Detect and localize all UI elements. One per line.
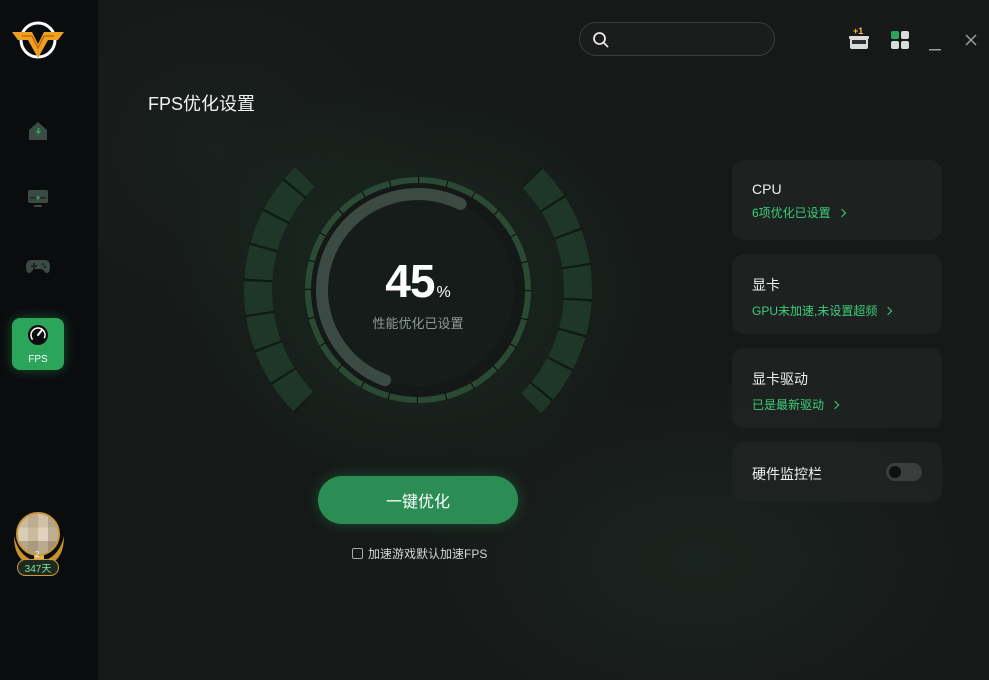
gauge-value: 45%: [248, 254, 588, 308]
page-title: FPS优化设置: [148, 94, 256, 114]
gauge-outer-tick: [248, 242, 279, 253]
gauge-inner-tick: [336, 364, 343, 371]
one-click-optimize-button[interactable]: 一键优化: [318, 476, 518, 524]
membership-days-badge: 347天: [17, 559, 59, 576]
gauge-outer-tick: [262, 208, 290, 225]
sidebar-item-label: FPS: [28, 353, 48, 365]
gauge-outer-tick: [520, 166, 544, 189]
gauge-inner-tick: [337, 208, 344, 215]
hardware-monitor-toggle[interactable]: [886, 463, 922, 481]
user-profile[interactable]: 2 347天: [12, 510, 66, 580]
gauge-inner-tick: [510, 233, 517, 238]
gauge-inner-tick: [470, 382, 475, 389]
gift-badge: +1: [853, 26, 864, 36]
gauge-inner-tick: [509, 343, 517, 348]
minimize-icon[interactable]: [929, 38, 941, 56]
sidebar-item-games[interactable]: [12, 242, 64, 294]
monitor-icon: [26, 186, 50, 215]
sidebar-item-fps[interactable]: FPS: [12, 318, 64, 370]
gauge-inner-tick: [493, 209, 500, 216]
card-cpu[interactable]: CPU 6项优化已设置: [732, 160, 942, 240]
gift-box-icon[interactable]: +1: [849, 26, 869, 55]
gauge-outer-tick: [269, 367, 297, 386]
gauge-outer-tick: [281, 177, 307, 199]
gauge-outer-tick: [553, 227, 583, 240]
gauge-label: 性能优化已设置: [372, 316, 464, 331]
search-icon: [592, 31, 610, 54]
apps-grid-icon[interactable]: [891, 31, 909, 54]
gauge-inner-tick: [319, 232, 327, 237]
fps-gauge-icon: [27, 324, 49, 351]
toggle-knob: [889, 466, 901, 478]
card-status: GPU未加速,未设置超频: [752, 304, 878, 318]
card-status: 6项优化已设置: [752, 206, 831, 220]
user-level: 2: [35, 550, 40, 559]
main-panel: FPS优化设置 +1 45% 性能优化已设置 一键优化 加速游戏默认加速FPS …: [98, 0, 989, 680]
chevron-right-icon: [837, 208, 846, 217]
card-hardware-monitor: 硬件监控栏: [732, 442, 942, 502]
gauge-outer-tick: [253, 340, 283, 353]
card-title: 显卡: [752, 277, 780, 293]
gamepad-icon: [25, 254, 51, 283]
chevron-right-icon: [830, 400, 840, 409]
gauge-inner-tick: [319, 342, 326, 347]
gauge-inner-tick: [360, 381, 365, 389]
card-title: 显卡驱动: [752, 371, 808, 387]
gauge-outer-tick: [292, 391, 316, 414]
gauge-inner-tick: [361, 191, 366, 198]
sidebar-item-home[interactable]: [12, 107, 64, 159]
card-status-link[interactable]: 6项优化已设置: [752, 204, 942, 221]
gauge-percentage: 45: [385, 255, 435, 307]
sidebar-item-monitor[interactable]: [12, 174, 64, 226]
gauge-outer-tick: [539, 194, 567, 213]
home-icon: [26, 119, 50, 148]
app-logo: [10, 18, 66, 64]
close-icon[interactable]: [965, 33, 977, 51]
card-gpu[interactable]: 显卡 GPU未加速,未设置超频: [732, 254, 942, 334]
gauge-unit: %: [436, 284, 451, 301]
auto-fps-option[interactable]: 加速游戏默认加速FPS: [352, 545, 487, 562]
search-input[interactable]: [579, 22, 775, 56]
card-title: CPU: [752, 181, 782, 197]
gauge-outer-tick: [546, 355, 574, 372]
auto-fps-checkbox[interactable]: [352, 548, 363, 559]
gauge-inner-tick: [471, 191, 476, 199]
card-status-link[interactable]: 已是最新驱动: [752, 396, 942, 413]
auto-fps-label: 加速游戏默认加速FPS: [368, 547, 488, 561]
sidebar: FPS 2 347天: [0, 0, 98, 680]
card-status: 已是最新驱动: [752, 398, 825, 412]
gauge-inner-tick: [492, 365, 499, 372]
card-status-link[interactable]: GPU未加速,未设置超频: [752, 302, 942, 319]
gauge-outer-tick: [529, 381, 555, 403]
chevron-right-icon: [884, 306, 893, 315]
card-gpu-driver[interactable]: 显卡驱动 已是最新驱动: [732, 348, 942, 428]
